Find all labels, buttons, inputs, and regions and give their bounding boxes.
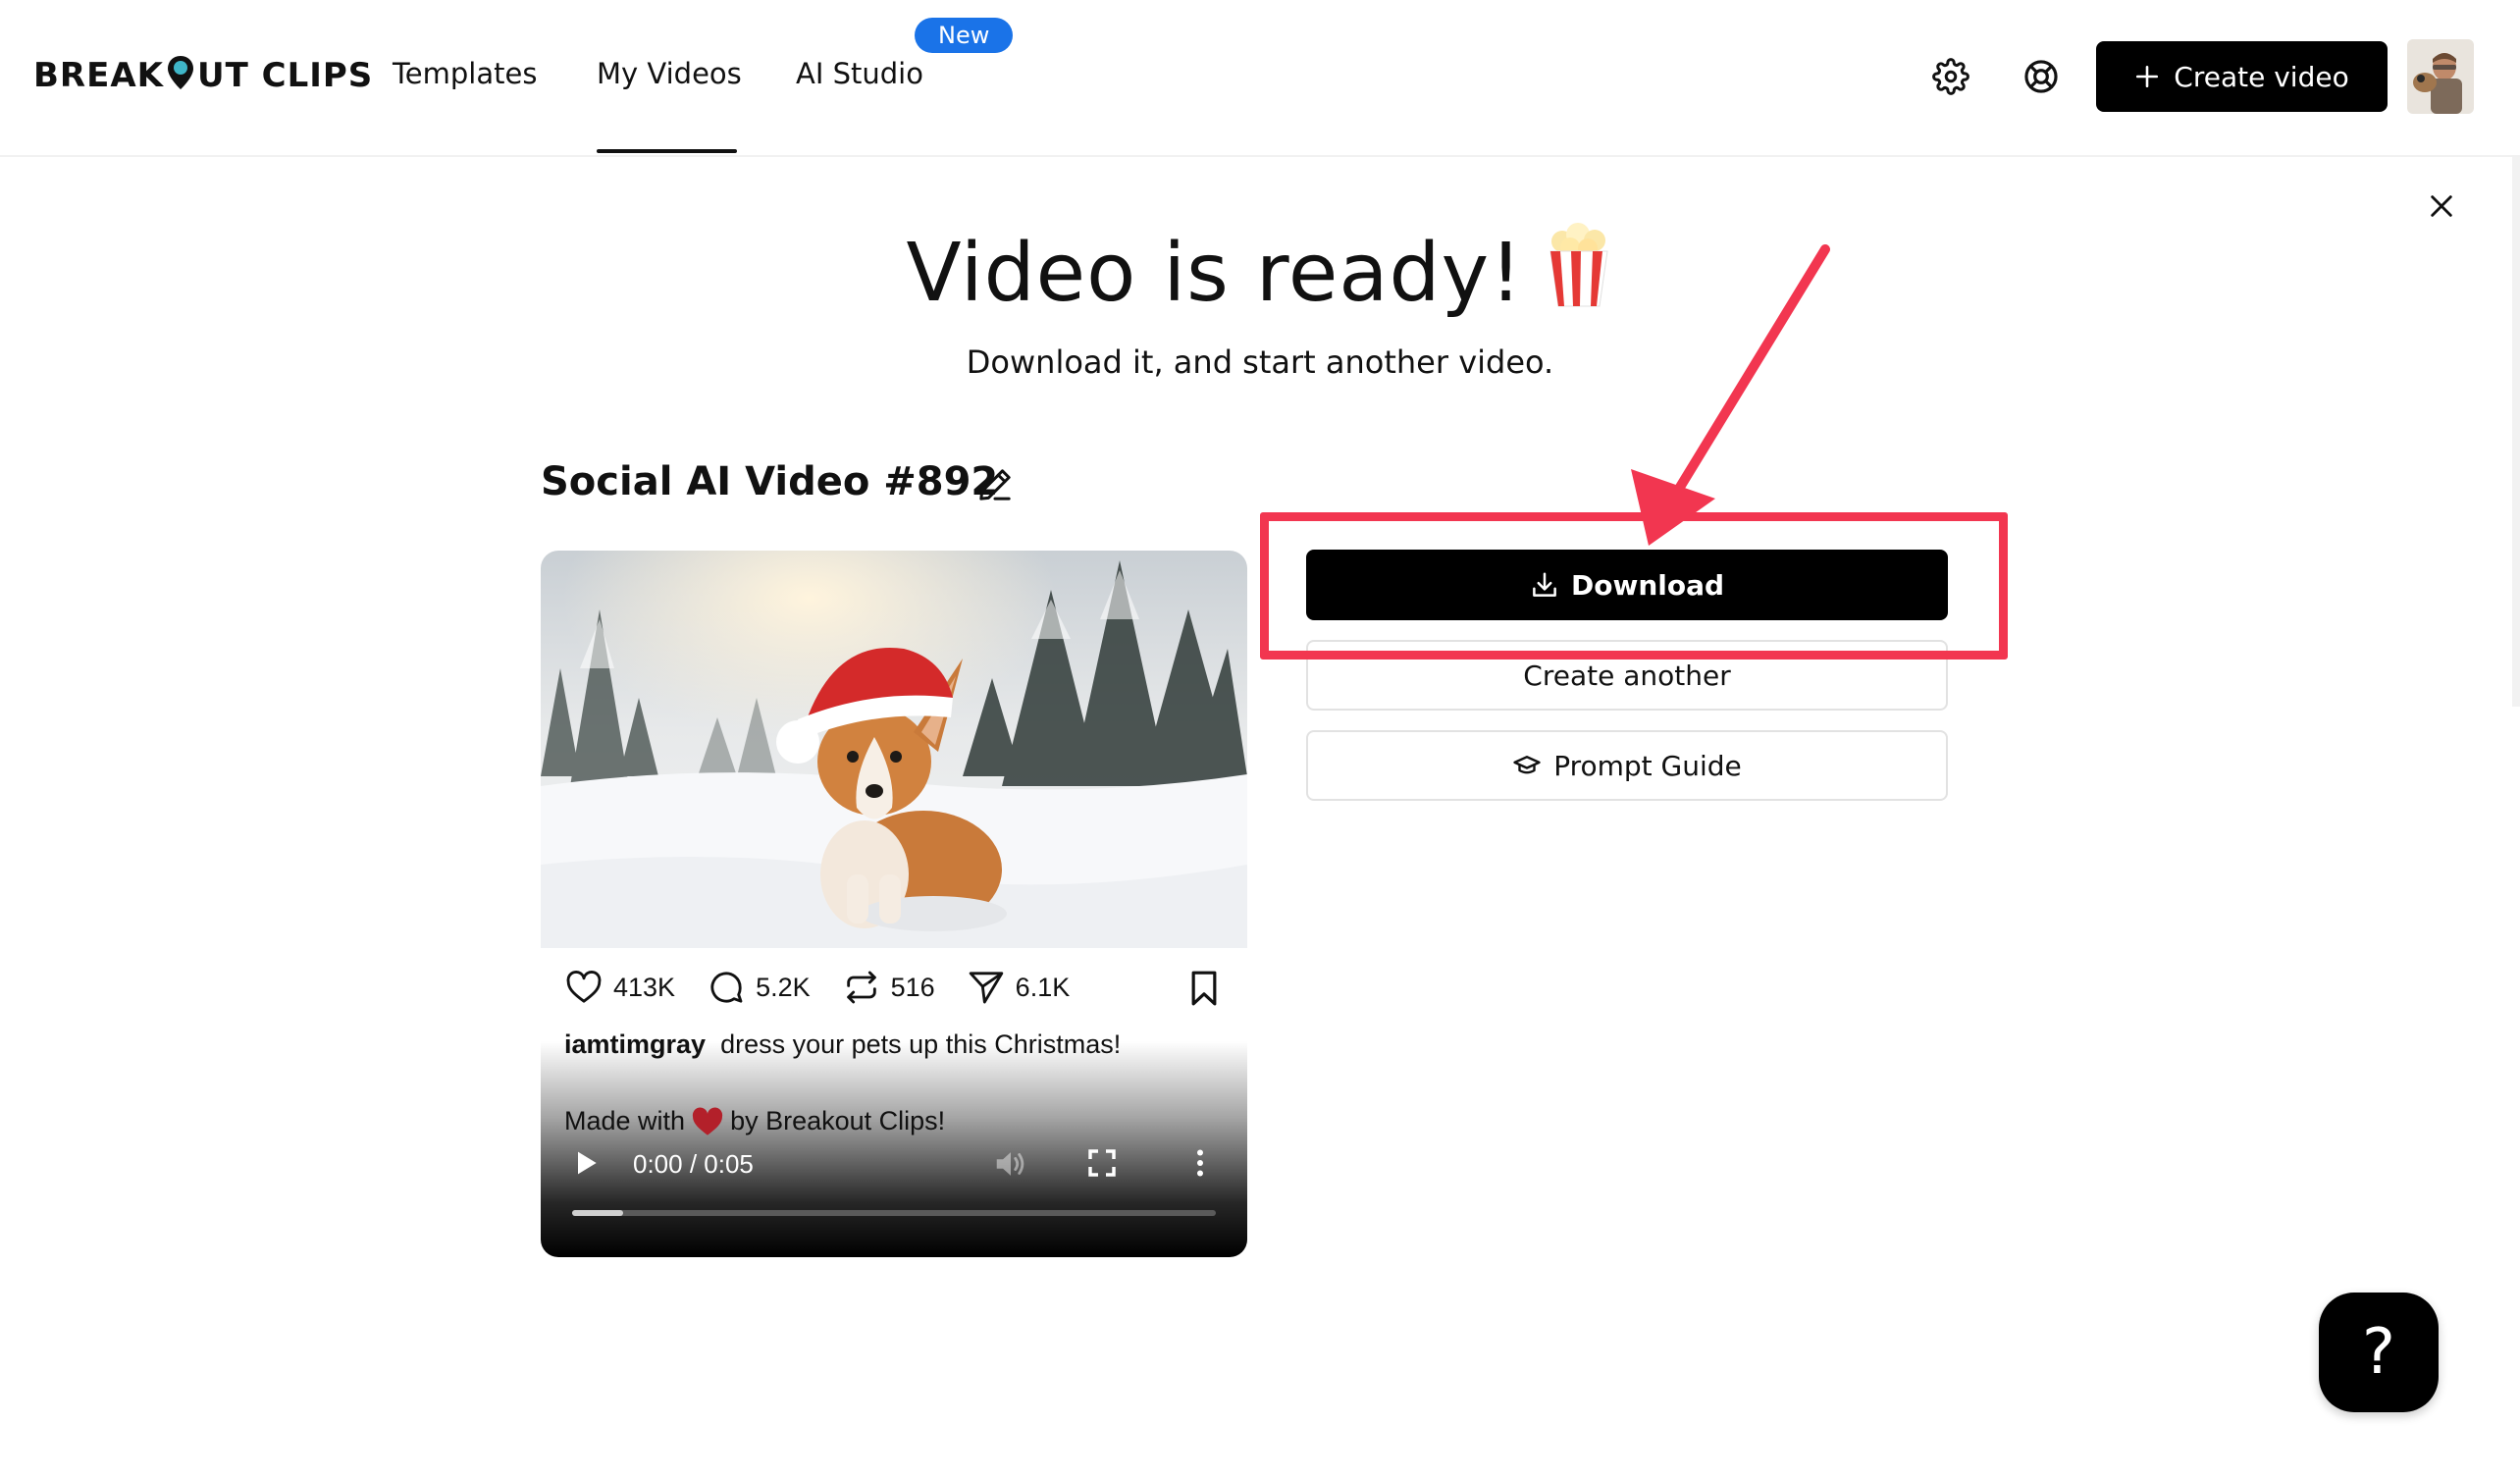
create-video-button[interactable]: Create video: [2096, 41, 2388, 112]
new-badge: New: [915, 18, 1014, 53]
nav-ai-studio[interactable]: AI Studio: [796, 57, 923, 90]
more-options-icon[interactable]: [1182, 1145, 1218, 1181]
success-headline: Video is ready!: [0, 222, 2520, 320]
volume-icon[interactable]: [992, 1145, 1029, 1183]
create-video-label: Create video: [2174, 60, 2349, 93]
repost-icon: [846, 971, 876, 1004]
bookmark-icon[interactable]: [1184, 969, 1224, 1008]
download-icon: [1533, 572, 1556, 597]
red-heart-icon: [691, 1107, 724, 1136]
nav-my-videos[interactable]: My Videos: [597, 57, 742, 90]
comments-count: 5.2K: [756, 972, 811, 1002]
create-another-button[interactable]: Create another: [1306, 640, 1948, 711]
help-lifebuoy-icon[interactable]: [2021, 57, 2061, 96]
likes-count: 413K: [613, 972, 676, 1002]
made-with-credit: Made with by Breakout Clips!: [564, 1106, 945, 1136]
shares-stat[interactable]: 6.1K: [967, 968, 1071, 1007]
playback-time: 0:00 / 0:05: [633, 1149, 754, 1179]
plus-icon: [2136, 65, 2159, 88]
video-player-card[interactable]: 413K 5.2K 516 6.1K iamtimgray dress your…: [541, 551, 1247, 1257]
prompt-guide-label: Prompt Guide: [1553, 749, 1742, 782]
video-progress-fill: [572, 1210, 624, 1216]
engagement-stats: 413K 5.2K 516 6.1K: [564, 963, 1101, 1012]
made-with-prefix: Made with: [564, 1106, 686, 1135]
popcorn-icon: [1545, 222, 1613, 308]
settings-gear-icon[interactable]: [1931, 57, 1970, 96]
shares-count: 6.1K: [1015, 972, 1071, 1002]
play-icon[interactable]: [570, 1147, 602, 1179]
caption-text: dress your pets up this Christmas!: [720, 1029, 1122, 1059]
download-button[interactable]: Download: [1306, 550, 1948, 620]
made-with-suffix: by Breakout Clips!: [730, 1106, 946, 1135]
nav-templates[interactable]: Templates: [393, 57, 537, 90]
user-avatar[interactable]: [2407, 39, 2474, 114]
comments-stat[interactable]: 5.2K: [707, 968, 811, 1007]
breakout-clips-logo[interactable]: BREAK UT CLIPS: [33, 51, 373, 100]
logo-pin-icon: [166, 54, 195, 89]
send-icon: [969, 972, 1003, 1004]
comment-icon: [710, 972, 743, 1003]
page-title: Video is ready!: [906, 227, 1523, 320]
download-label: Download: [1570, 568, 1725, 602]
pencil-edit-icon[interactable]: [975, 465, 1015, 504]
likes-stat[interactable]: 413K: [564, 968, 675, 1007]
nav-active-indicator: [597, 149, 737, 153]
help-chat-button[interactable]: ?: [2319, 1293, 2439, 1412]
post-caption: iamtimgray dress your pets up this Chris…: [564, 1029, 1121, 1060]
prompt-guide-button[interactable]: Prompt Guide: [1306, 730, 1948, 801]
reposts-stat[interactable]: 516: [842, 968, 935, 1007]
video-title: Social AI Video #892: [541, 459, 999, 504]
graduation-cap-icon: [1513, 756, 1541, 774]
top-navbar: BREAK UT CLIPS Templates My Videos AI St…: [0, 0, 2520, 157]
logo-text-right: UT CLIPS: [196, 56, 374, 95]
video-thumbnail-corgi[interactable]: [541, 551, 1247, 948]
caption-username[interactable]: iamtimgray: [564, 1029, 706, 1059]
page-subtitle: Download it, and start another video.: [966, 343, 1554, 381]
video-progress-bar[interactable]: [572, 1210, 1216, 1216]
reposts-count: 516: [890, 972, 935, 1002]
create-another-label: Create another: [1523, 659, 1731, 692]
logo-text-left: BREAK: [33, 56, 164, 95]
close-icon[interactable]: [2422, 186, 2461, 226]
question-mark-icon: ?: [2362, 1316, 2395, 1389]
heart-icon: [566, 971, 602, 1003]
fullscreen-icon[interactable]: [1086, 1147, 1118, 1179]
